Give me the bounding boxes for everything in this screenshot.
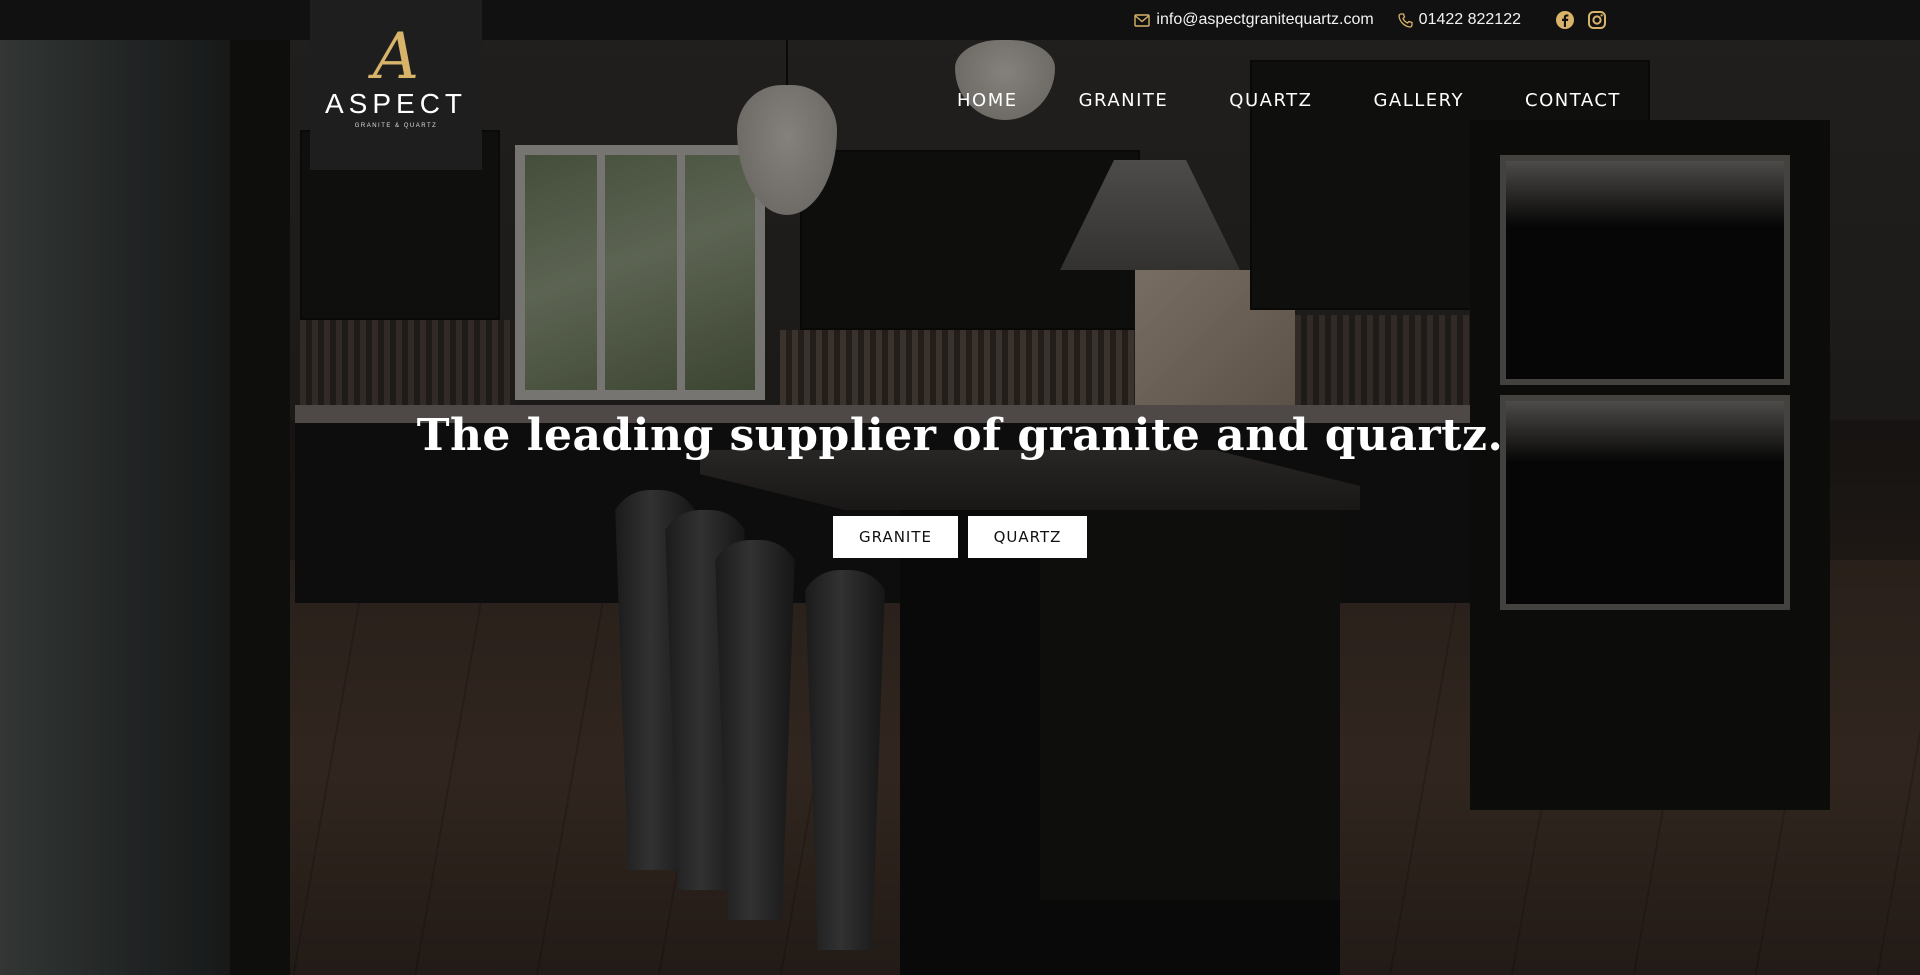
hero-dark-overlay xyxy=(0,0,1920,975)
quartz-button[interactable]: QUARTZ xyxy=(968,516,1087,558)
logo-tagline: GRANITE & QUARTZ xyxy=(354,123,438,129)
phone-icon xyxy=(1398,12,1413,28)
phone-link[interactable]: 01422 822122 xyxy=(1398,11,1521,29)
logo-mark: A xyxy=(372,20,420,94)
envelope-icon xyxy=(1134,13,1151,27)
nav-item-gallery[interactable]: GALLERY xyxy=(1373,90,1464,111)
main-nav: HOME GRANITE QUARTZ GALLERY CONTACT xyxy=(957,90,1621,111)
nav-item-home[interactable]: HOME xyxy=(957,90,1018,111)
instagram-icon[interactable] xyxy=(1587,10,1607,30)
site-logo[interactable]: A ASPECT GRANITE & QUARTZ xyxy=(310,0,482,170)
email-link[interactable]: info@aspectgranitequartz.com xyxy=(1134,11,1374,29)
facebook-icon[interactable] xyxy=(1555,10,1575,30)
email-text: info@aspectgranitequartz.com xyxy=(1156,11,1374,28)
logo-name: ASPECT xyxy=(324,88,468,119)
hero-buttons: GRANITE QUARTZ xyxy=(0,516,1920,558)
phone-text: 01422 822122 xyxy=(1418,11,1521,28)
granite-button[interactable]: GRANITE xyxy=(833,516,958,558)
nav-item-quartz[interactable]: QUARTZ xyxy=(1229,90,1312,111)
top-bar: info@aspectgranitequartz.com 01422 82212… xyxy=(0,0,1920,40)
social-links xyxy=(1555,10,1607,30)
top-bar-contacts: info@aspectgranitequartz.com 01422 82212… xyxy=(1134,0,1607,40)
hero-headline: The leading supplier of granite and quar… xyxy=(416,410,1504,461)
nav-item-contact[interactable]: CONTACT xyxy=(1525,90,1621,111)
hero-background xyxy=(0,0,1920,975)
nav-item-granite[interactable]: GRANITE xyxy=(1079,90,1169,111)
